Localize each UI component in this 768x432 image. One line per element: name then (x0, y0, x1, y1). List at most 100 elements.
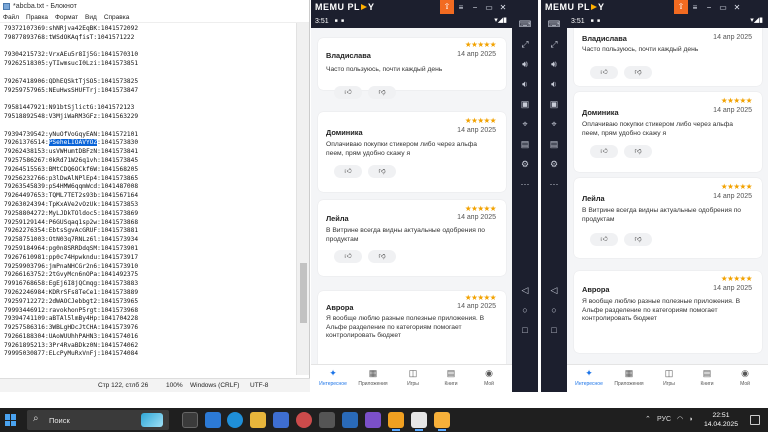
review-stars: ★★★★★ (464, 40, 497, 49)
like-button[interactable]: 👍︎ (590, 66, 618, 79)
upload-icon[interactable]: ⇧ (440, 0, 454, 14)
menu-edit[interactable]: Правка (26, 14, 48, 21)
recents-icon[interactable]: □ (512, 320, 538, 340)
app-icon[interactable] (365, 412, 381, 428)
settings-icon[interactable]: ≡ (454, 3, 468, 12)
text-line (4, 95, 292, 104)
telegram-icon[interactable] (342, 412, 358, 428)
like-button[interactable]: 👍︎ (590, 233, 618, 246)
nav-mine[interactable]: ◉ Мой (469, 368, 509, 387)
dislike-button[interactable]: 👎︎ (368, 250, 396, 263)
memu-taskbar-icon[interactable] (434, 412, 450, 431)
taskbar-clock[interactable]: 22:51 14.04.2025 (704, 411, 738, 429)
maximize-icon[interactable]: ▭ (716, 3, 730, 12)
close-icon[interactable]: ✕ (496, 3, 510, 12)
taskbar-search[interactable]: ⌕ Поиск (27, 410, 169, 430)
close-icon[interactable]: ✕ (730, 3, 744, 12)
dislike-button[interactable]: 👎︎ (624, 145, 652, 158)
person-icon: ◉ (741, 368, 749, 378)
text-line: 79581447921:N91btSjlictG:1041572123 (4, 104, 135, 112)
store-icon[interactable] (273, 412, 289, 428)
vertical-scrollbar[interactable] (296, 23, 309, 375)
windows-start-icon[interactable] (5, 414, 17, 426)
notification-center-icon[interactable] (750, 415, 760, 425)
text-line: 79372107369:shNRjva42EqBK:1041572092 (4, 25, 139, 32)
task-view-icon[interactable] (182, 412, 198, 428)
nav-books[interactable]: ▤ Книги (687, 368, 727, 387)
recents-icon[interactable]: □ (541, 320, 567, 340)
nav-apps[interactable]: ▦ Приложения (353, 368, 393, 387)
like-button[interactable]: 👍︎ (334, 86, 362, 99)
widgets-icon[interactable] (205, 412, 221, 428)
screenshot-icon[interactable]: ▣ (541, 94, 567, 114)
fullscreen-icon[interactable]: ⤢ (541, 34, 567, 54)
tray-lang[interactable]: РУС (657, 408, 671, 432)
maximize-icon[interactable]: ▭ (482, 3, 496, 12)
tray-chevron-icon[interactable]: ⌃ (645, 408, 651, 432)
settings-icon[interactable]: ≡ (688, 3, 702, 12)
menu-format[interactable]: Формат (55, 14, 78, 21)
app-icon[interactable] (319, 412, 335, 428)
nav-games[interactable]: ◫ Игры (649, 368, 689, 387)
apk-icon[interactable]: ▤ (541, 134, 567, 154)
like-button[interactable]: 👍︎ (334, 250, 362, 263)
home-icon[interactable]: ○ (541, 300, 567, 320)
nav-featured[interactable]: ✦ Интересное (569, 368, 609, 387)
like-button[interactable]: 👍︎ (334, 165, 362, 178)
apk-icon[interactable]: ▤ (512, 134, 538, 154)
fullscreen-icon[interactable]: ⤢ (512, 34, 538, 54)
thumb-up-icon: 👍︎ (344, 253, 352, 260)
file-explorer-icon[interactable] (250, 412, 266, 428)
minimize-icon[interactable]: − (702, 3, 716, 12)
menu-file[interactable]: Файл (3, 14, 19, 21)
keyboard-icon[interactable]: ⌨ (512, 14, 538, 34)
minimize-icon[interactable]: − (468, 3, 482, 12)
notepad-taskbar-icon[interactable] (411, 412, 427, 431)
dislike-button[interactable]: 👎︎ (624, 233, 652, 246)
opera-icon[interactable] (296, 412, 312, 428)
memu-titlebar[interactable]: MEMU PL Y ⇧ ≡ − ▭ ✕ (541, 0, 768, 14)
clock-date: 14.04.2025 (703, 421, 738, 428)
location-icon[interactable]: ⌖ (512, 114, 538, 134)
speaker-icon[interactable]: ◗ (689, 408, 693, 432)
gear-icon[interactable]: ⚙ (512, 154, 538, 174)
edge-icon[interactable] (227, 412, 243, 428)
wifi-icon[interactable]: ◠ (677, 408, 683, 432)
upload-icon[interactable]: ⇧ (674, 0, 688, 14)
nav-featured[interactable]: ✦ Интересное (313, 368, 353, 387)
dislike-button[interactable]: 👎︎ (368, 86, 396, 99)
home-icon[interactable]: ○ (512, 300, 538, 320)
volume-down-icon[interactable]: 🔉︎ (512, 74, 538, 94)
gear-icon[interactable]: ⚙ (541, 154, 567, 174)
dislike-button[interactable]: 👎︎ (368, 165, 396, 178)
back-icon[interactable]: ◁ (512, 280, 538, 300)
memu-titlebar[interactable]: MEMU PL Y ⇧ ≡ − ▭ ✕ (311, 0, 538, 14)
menu-view[interactable]: Вид (85, 14, 97, 21)
more-icon[interactable]: ⋯ (541, 174, 567, 194)
memu-taskbar-icon[interactable] (388, 412, 404, 431)
android-screen-right: Владислава 14 апр 2025 Часто пользуюсь, … (567, 28, 768, 392)
like-button[interactable]: 👍︎ (590, 145, 618, 158)
screenshot-icon[interactable]: ▣ (512, 94, 538, 114)
text-line: 79267610981:pp0c74Hpwkndu:1041573917 (4, 253, 139, 261)
review-text: Я вообще люблю разные полезные приложени… (326, 315, 485, 340)
nav-apps[interactable]: ▦ Приложения (609, 368, 649, 387)
more-icon[interactable]: ⋯ (512, 174, 538, 194)
review-card: Владислава 14 апр 2025 Часто пользуюсь, … (574, 28, 762, 86)
notepad-text-area[interactable]: 79372107369:shNRjva42EqBK:1041572092 7987… (0, 23, 296, 375)
volume-up-icon[interactable]: 🔊︎ (541, 54, 567, 74)
volume-up-icon[interactable]: 🔊︎ (512, 54, 538, 74)
notepad-titlebar[interactable]: *abcba.txt - Блокнот (0, 0, 309, 12)
nav-games[interactable]: ◫ Игры (393, 368, 433, 387)
featured-icon: ✦ (329, 368, 337, 378)
nav-books[interactable]: ▤ Книги (431, 368, 471, 387)
bottom-navigation: ✦ Интересное ▦ Приложения ◫ Игры ▤ Книги ◉ Мо… (567, 364, 768, 392)
location-icon[interactable]: ⌖ (541, 114, 567, 134)
scrollbar-thumb[interactable] (300, 263, 307, 323)
nav-mine[interactable]: ◉ Мой (725, 368, 765, 387)
dislike-button[interactable]: 👎︎ (624, 66, 652, 79)
volume-down-icon[interactable]: 🔉︎ (541, 74, 567, 94)
keyboard-icon[interactable]: ⌨ (541, 14, 567, 34)
back-icon[interactable]: ◁ (541, 280, 567, 300)
menu-help[interactable]: Справка (104, 14, 130, 21)
